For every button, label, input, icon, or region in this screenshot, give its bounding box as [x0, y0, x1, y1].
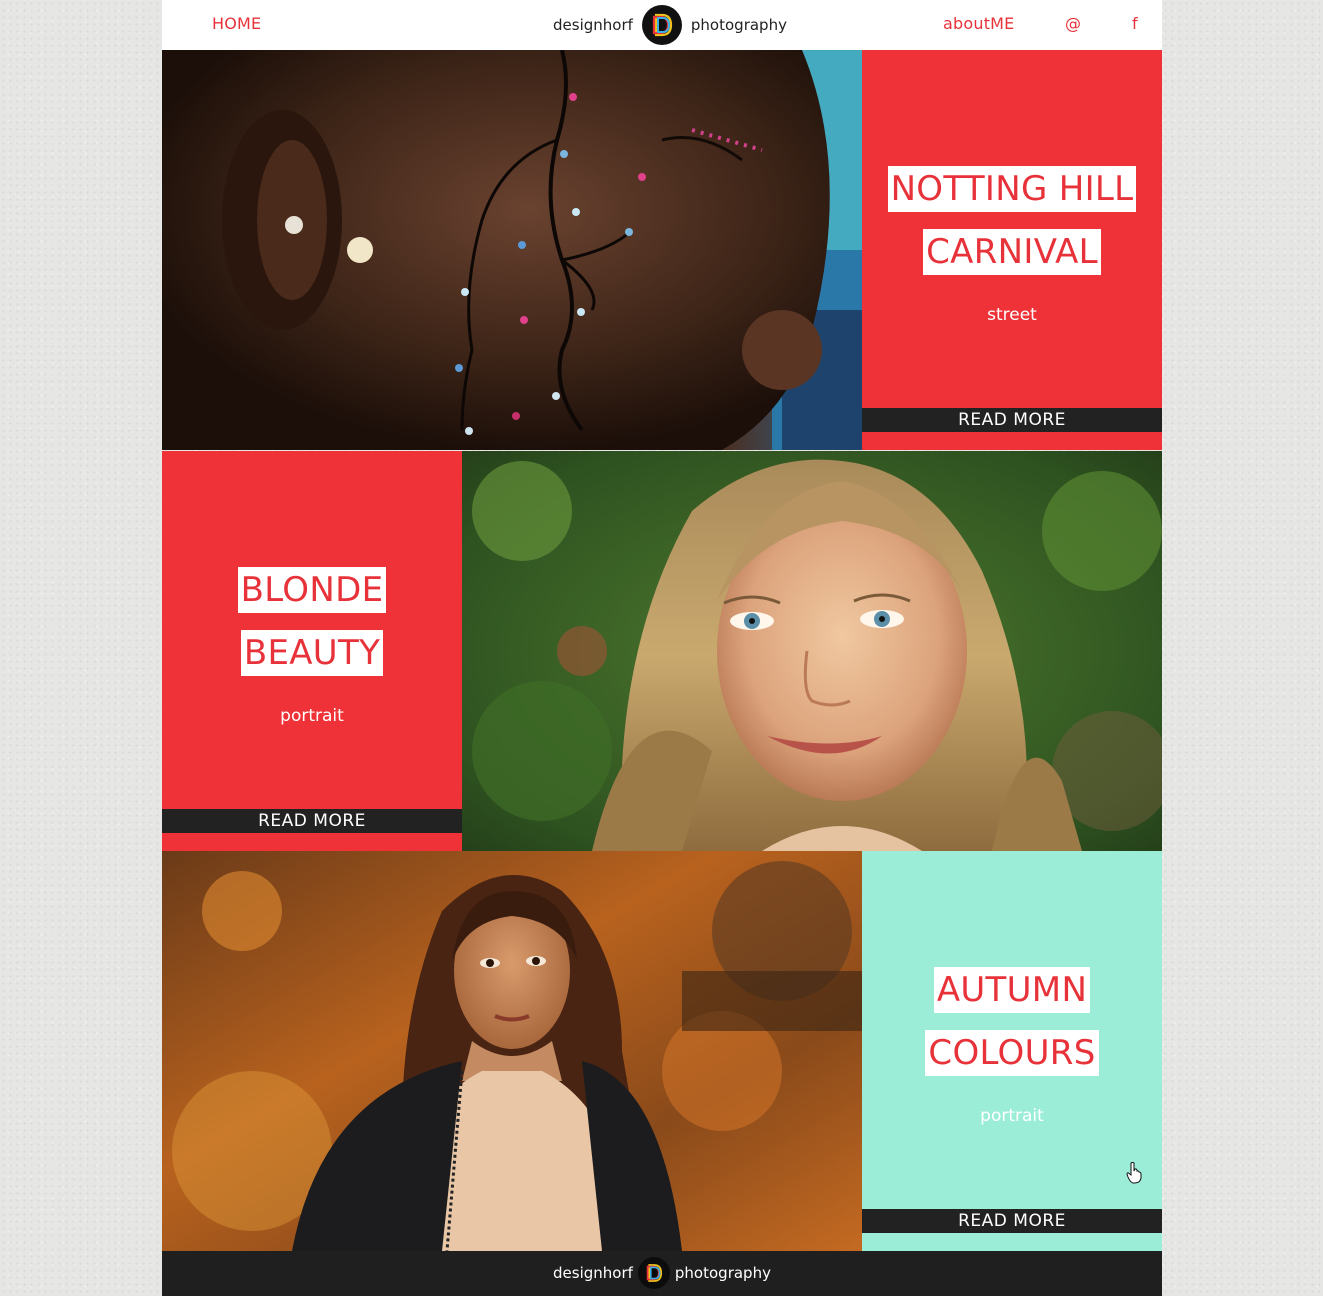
footer-brand[interactable]: designhorf photography: [553, 1256, 771, 1290]
hand-cursor-icon: [1126, 1162, 1142, 1189]
post-image-autumn-portrait[interactable]: [162, 851, 862, 1251]
post-title-line-1: NOTTING HILL: [887, 166, 1137, 212]
post-title[interactable]: BLONDE BEAUTY: [162, 567, 462, 693]
email-icon[interactable]: @: [1065, 14, 1081, 33]
top-navigation: HOME designhorf photography aboutME @ f: [162, 0, 1162, 50]
post-category[interactable]: portrait: [162, 706, 462, 726]
post-title[interactable]: NOTTING HILL CARNIVAL: [862, 166, 1162, 292]
brand-name-right: photography: [690, 16, 787, 34]
facebook-icon[interactable]: f: [1132, 14, 1138, 33]
post-title-line-1: BLONDE: [237, 567, 387, 613]
post-image-carnival-face[interactable]: [162, 50, 862, 450]
post-title-line-2: COLOURS: [925, 1030, 1099, 1076]
logo-icon: [641, 5, 682, 45]
post-notting-hill: NOTTING HILL CARNIVAL street READ MORE: [162, 50, 1162, 450]
post-category[interactable]: street: [862, 305, 1162, 325]
site-container: HOME designhorf photography aboutME @ f: [162, 0, 1162, 1296]
post-panel: BLONDE BEAUTY portrait READ MORE: [162, 451, 462, 851]
brand-name-left: designhorf: [553, 16, 633, 34]
footer: designhorf photography: [162, 1251, 1162, 1296]
post-autumn-colours: AUTUMN COLOURS portrait READ MORE: [162, 851, 1162, 1251]
post-blonde-beauty: BLONDE BEAUTY portrait READ MORE: [162, 451, 1162, 851]
nav-about-link[interactable]: aboutME: [943, 14, 1014, 33]
post-title-line-2: BEAUTY: [240, 630, 384, 676]
read-more-button[interactable]: READ MORE: [162, 809, 462, 833]
logo-icon: [637, 1257, 670, 1289]
site-brand[interactable]: designhorf photography: [553, 5, 787, 45]
post-title-line-2: CARNIVAL: [923, 229, 1101, 275]
nav-home-link[interactable]: HOME: [212, 14, 261, 33]
brand-name-left: designhorf: [553, 1264, 633, 1282]
brand-name-right: photography: [674, 1264, 771, 1282]
post-category[interactable]: portrait: [862, 1106, 1162, 1126]
read-more-button[interactable]: READ MORE: [862, 408, 1162, 432]
post-image-blonde-portrait[interactable]: [462, 451, 1162, 851]
post-panel: NOTTING HILL CARNIVAL street READ MORE: [862, 50, 1162, 450]
post-title[interactable]: AUTUMN COLOURS: [862, 967, 1162, 1093]
post-title-line-1: AUTUMN: [933, 967, 1091, 1013]
post-panel: AUTUMN COLOURS portrait READ MORE: [862, 851, 1162, 1251]
read-more-button[interactable]: READ MORE: [862, 1209, 1162, 1233]
